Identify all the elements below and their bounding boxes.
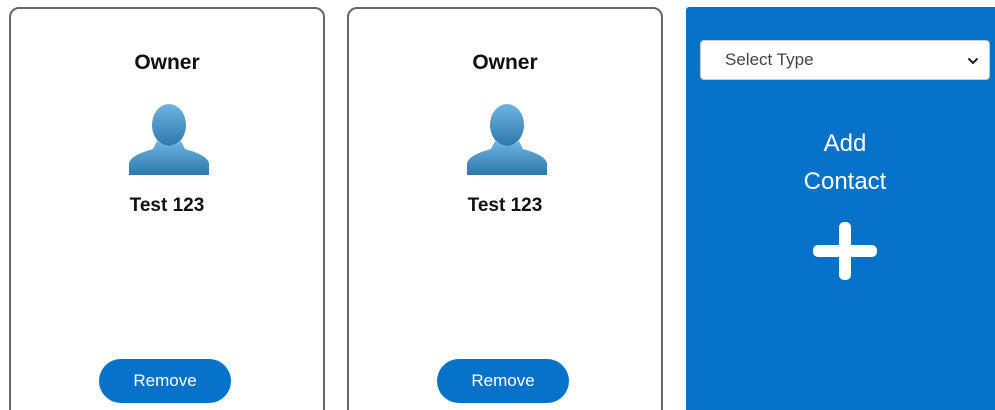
contact-name: Test 123 (467, 195, 543, 216)
select-placeholder: Select Type (725, 50, 814, 69)
contact-name: Test 123 (129, 195, 205, 216)
user-avatar-icon (467, 104, 547, 175)
add-contact-panel: Select Type Add Contact (686, 7, 995, 410)
remove-button[interactable]: Remove (437, 359, 569, 403)
user-avatar-icon (129, 104, 209, 175)
contacts-grid: Owner Test 123 Remove Owner Test 123 Rem… (0, 0, 995, 410)
chevron-down-icon (968, 58, 978, 64)
contact-role: Owner (472, 51, 538, 74)
add-label-line2: Contact (803, 168, 887, 195)
plus-icon[interactable] (811, 220, 879, 282)
remove-button[interactable]: Remove (99, 359, 231, 403)
contact-card: Owner Test 123 Remove (347, 7, 663, 410)
add-label-line1: Add (823, 130, 867, 157)
contact-role: Owner (134, 51, 200, 74)
add-contact-label: Add Contact (686, 125, 995, 201)
contact-type-select[interactable]: Select Type (700, 40, 990, 80)
contact-card: Owner Test 123 Remove (9, 7, 325, 410)
